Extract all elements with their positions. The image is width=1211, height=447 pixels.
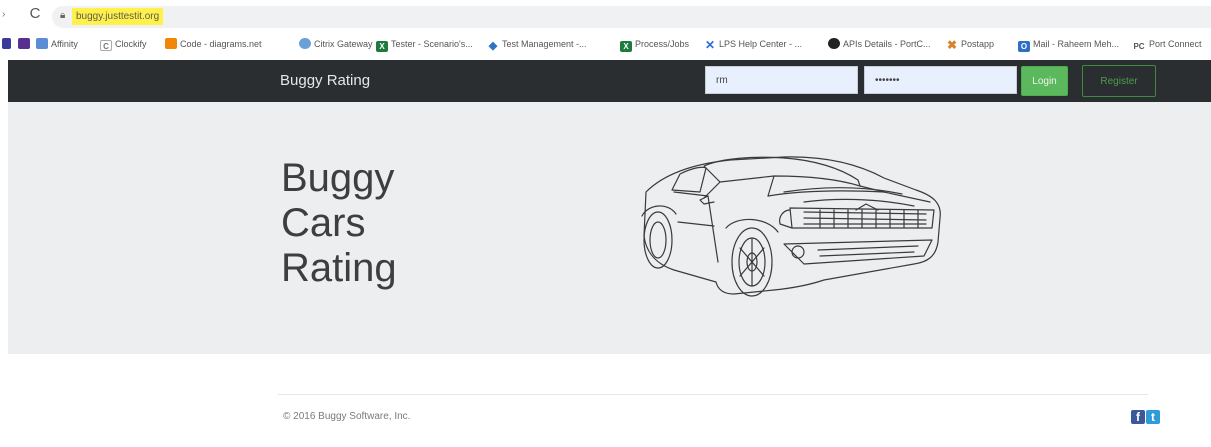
bookmark-port-connect[interactable]: PC Port Connect — [1132, 37, 1202, 51]
lock-icon[interactable]: 🔒︎ — [60, 10, 65, 21]
password-input[interactable] — [864, 66, 1017, 94]
footer-divider — [278, 394, 1148, 395]
bookmark-label: Mail - Raheem Meh... — [1033, 39, 1120, 49]
facebook-icon[interactable]: f — [1131, 410, 1145, 424]
reload-icon[interactable]: C — [26, 5, 44, 23]
bookmark-label: Affinity — [51, 39, 78, 49]
diagrams-icon — [165, 38, 177, 49]
bookmark-process-jobs[interactable]: X Process/Jobs — [620, 37, 690, 52]
outlook-icon: O — [1018, 41, 1030, 52]
confluence-icon: ✕ — [704, 38, 716, 52]
brand-link[interactable]: Buggy Rating — [280, 72, 370, 89]
excel-icon: X — [620, 41, 632, 52]
bookmark-apis-details[interactable]: APIs Details - PortC... — [828, 37, 931, 51]
citrix-icon — [299, 38, 311, 49]
bookmark-affinity[interactable]: Affinity — [36, 37, 78, 51]
bookmark-label: Port Connect — [1149, 39, 1202, 49]
address-bar[interactable]: 🔒︎ buggy.justtestit.org — [52, 6, 1211, 28]
bookmark-label: Test Management -... — [502, 39, 587, 49]
username-input[interactable] — [705, 66, 858, 94]
hero-title-line: Cars — [281, 201, 366, 245]
bookmark-postapp[interactable]: ✖ Postapp — [946, 37, 994, 51]
bookmark-lps-help[interactable]: ✕ LPS Help Center - ... — [704, 37, 802, 51]
bookmark-label: LPS Help Center - ... — [719, 39, 803, 49]
login-button[interactable]: Login — [1021, 66, 1068, 96]
clockify-icon: C — [100, 40, 112, 51]
bookmark-test-management[interactable]: ◆ Test Management -... — [487, 37, 587, 52]
footer-copyright: © 2016 Buggy Software, Inc. — [283, 411, 411, 422]
bookmark-label: Tester - Scenario's... — [391, 39, 473, 49]
bookmark-mail[interactable]: O Mail - Raheem Meh... — [1018, 37, 1120, 52]
diamond-icon: ◆ — [488, 40, 498, 52]
top-navbar: Buggy Rating Login Register — [8, 60, 1211, 102]
apps-grid-icon — [2, 38, 11, 49]
portconnect-icon: PC — [1133, 42, 1145, 51]
bookmark-label: Code - diagrams.net — [180, 39, 262, 49]
bookmark-clockify[interactable]: C Clockify — [100, 37, 147, 51]
bookmark-diagrams[interactable]: Code - diagrams.net — [165, 37, 262, 51]
bookmark-label: Process/Jobs — [635, 39, 690, 49]
bookmarks-bar: Affinity C Clockify Code - diagrams.net C… — [0, 30, 1211, 58]
browser-address-row: › C 🔒︎ buggy.justtestit.org — [0, 0, 1211, 30]
apps-icon[interactable] — [2, 37, 14, 51]
hero-jumbotron: Buggy Cars Rating — [8, 102, 1211, 354]
hero-title-line: Buggy — [281, 156, 395, 200]
postapp-icon: ✖ — [946, 38, 958, 52]
url-text[interactable]: buggy.justtestit.org — [72, 8, 164, 25]
github-icon — [828, 38, 840, 49]
affinity-icon — [36, 38, 48, 49]
mail-bookmark[interactable] — [18, 37, 33, 51]
bookmark-label: Postapp — [961, 39, 995, 49]
bookmark-label: Citrix Gateway — [314, 39, 373, 49]
twitter-icon[interactable]: t — [1146, 410, 1160, 424]
forward-arrow-icon[interactable]: › — [2, 9, 5, 20]
hero-title-line: Rating — [281, 246, 397, 290]
mail-icon — [18, 38, 30, 49]
hero-title: Buggy Cars Rating — [281, 156, 481, 291]
bookmark-label: APIs Details - PortC... — [843, 39, 931, 49]
register-button[interactable]: Register — [1082, 65, 1156, 97]
car-sketch-image — [641, 156, 941, 297]
bookmark-tester[interactable]: X Tester - Scenario's... — [376, 37, 473, 52]
bookmark-citrix[interactable]: Citrix Gateway — [299, 37, 373, 51]
bookmark-label: Clockify — [115, 39, 147, 49]
excel-icon: X — [376, 41, 388, 52]
